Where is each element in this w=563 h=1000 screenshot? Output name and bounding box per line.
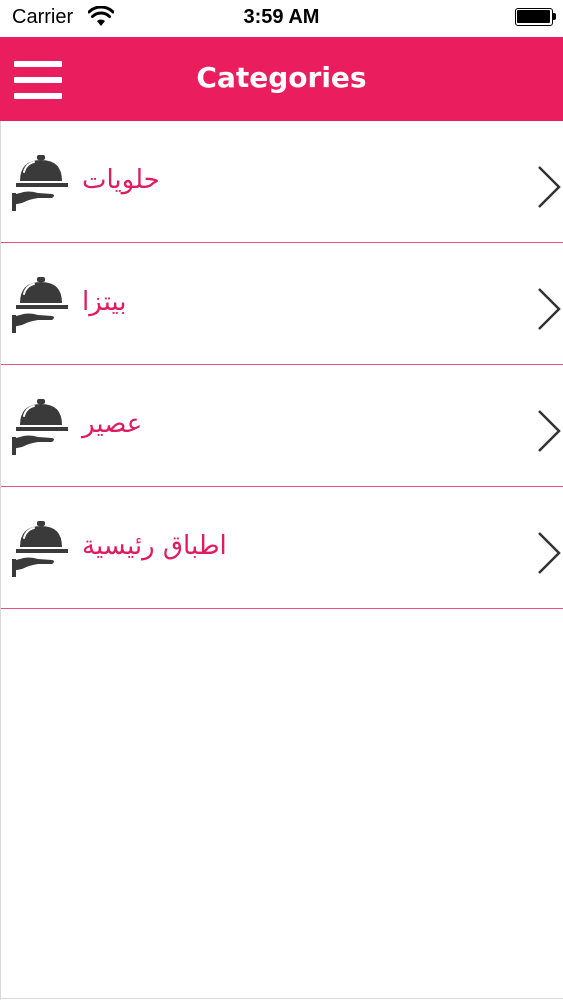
category-row-juice[interactable]: عصير	[0, 365, 563, 487]
battery-icon	[515, 8, 557, 26]
serving-cloche-icon	[12, 521, 68, 577]
category-label: عصير	[82, 409, 143, 439]
frame-edge	[0, 121, 1, 1000]
frame-edge	[0, 998, 563, 999]
chevron-right-icon	[538, 288, 561, 330]
category-list: حلويات بيتزا عصير اطباق رئيسية	[0, 121, 563, 609]
category-row-main-dishes[interactable]: اطباق رئيسية	[0, 487, 563, 609]
navigation-bar: Categories	[0, 37, 563, 121]
status-bar: Carrier 3:59 AM	[0, 0, 563, 36]
category-row-sweets[interactable]: حلويات	[0, 121, 563, 243]
serving-cloche-icon	[12, 155, 68, 211]
category-label: اطباق رئيسية	[82, 531, 227, 561]
category-label: بيتزا	[82, 287, 127, 317]
page-title: Categories	[196, 61, 367, 94]
chevron-right-icon	[538, 166, 561, 208]
serving-cloche-icon	[12, 277, 68, 333]
chevron-right-icon	[538, 410, 561, 452]
category-row-pizza[interactable]: بيتزا	[0, 243, 563, 365]
chevron-right-icon	[538, 532, 561, 574]
serving-cloche-icon	[12, 399, 68, 455]
category-label: حلويات	[82, 165, 160, 195]
status-time: 3:59 AM	[243, 6, 320, 28]
